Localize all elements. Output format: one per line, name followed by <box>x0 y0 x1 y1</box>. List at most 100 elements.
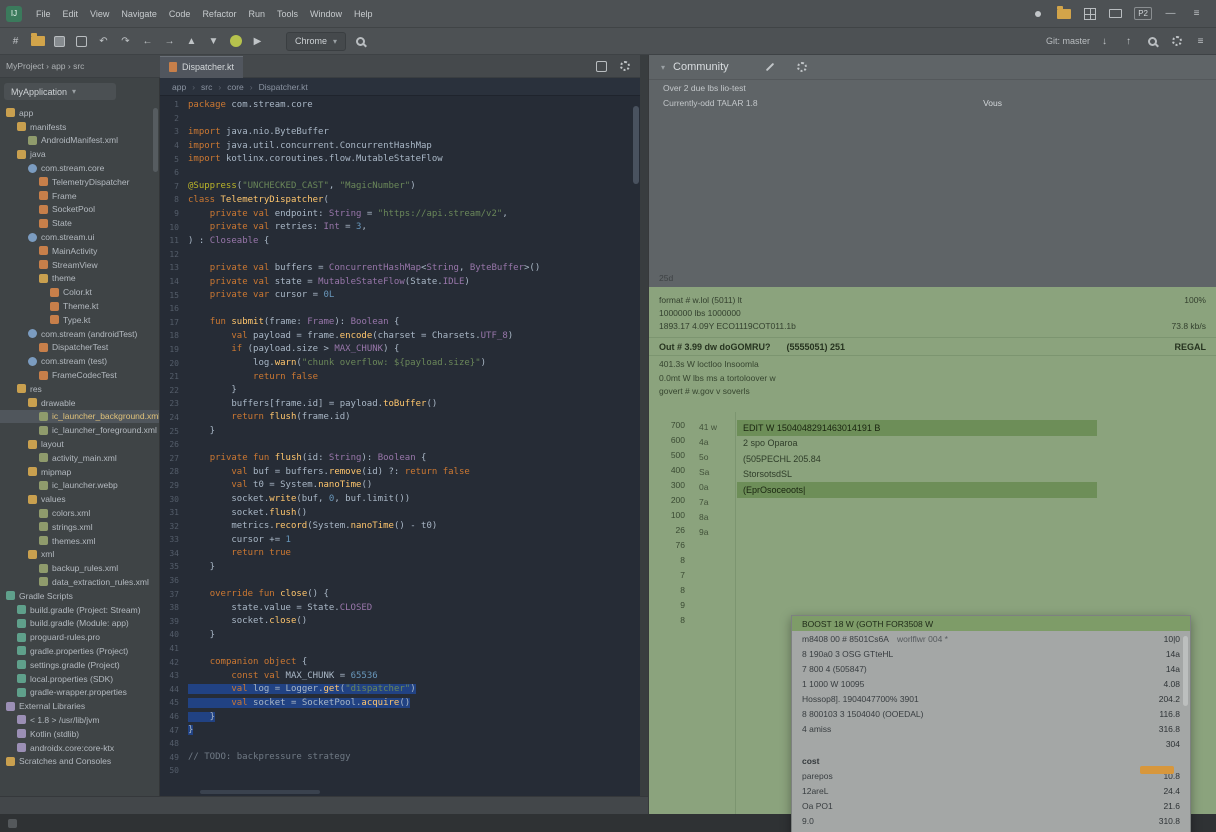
tree-item[interactable]: settings.gradle (Project) <box>0 658 159 672</box>
tree-item[interactable]: State <box>0 216 159 230</box>
tree-item[interactable]: Theme.kt <box>0 299 159 313</box>
breadcrumb-item[interactable]: core <box>227 82 244 92</box>
run-icon[interactable] <box>228 33 243 49</box>
tree-item[interactable]: Gradle Scripts <box>0 589 159 603</box>
monitor-row[interactable]: EDIT W 1504048291463014191 B <box>737 420 1097 436</box>
popup-title-row[interactable]: BOOST 18 W (GOTH FOR3508 W <box>792 616 1190 631</box>
vcs-commit-icon[interactable]: ↑ <box>1121 33 1136 49</box>
run-config-select[interactable]: Chrome ▾ <box>286 32 346 51</box>
tree-item[interactable]: layout <box>0 437 159 451</box>
tree-item[interactable]: ic_launcher_background.xml <box>0 410 159 424</box>
tree-item[interactable]: build.gradle (Project: Stream) <box>0 603 159 617</box>
tree-item[interactable]: colors.xml <box>0 506 159 520</box>
tree-scrollbar[interactable] <box>153 108 158 172</box>
tree-item[interactable]: gradle.properties (Project) <box>0 644 159 658</box>
open-project-icon[interactable] <box>30 33 45 49</box>
popup-row[interactable]: 8 190a0 3 OSG GTteHL14a <box>792 646 1190 661</box>
tree-item[interactable]: app <box>0 106 159 120</box>
tree-item[interactable]: themes.xml <box>0 534 159 548</box>
popup-row[interactable]: 12areL24.4 <box>792 783 1190 798</box>
menu-item-navigate[interactable]: Navigate <box>115 0 163 28</box>
vcs-branch-label[interactable]: Git: master <box>1046 36 1090 46</box>
tree-item[interactable]: com.stream (androidTest) <box>0 327 159 341</box>
tree-item[interactable]: local.properties (SDK) <box>0 672 159 686</box>
tree-item[interactable]: Scratches and Consoles <box>0 754 159 768</box>
tree-item[interactable]: strings.xml <box>0 520 159 534</box>
tree-item[interactable]: Color.kt <box>0 285 159 299</box>
tree-item[interactable]: TelemetryDispatcher <box>0 175 159 189</box>
monitor-row[interactable]: (EprOsoceoots| <box>737 482 1097 498</box>
back-icon[interactable]: ← <box>140 33 155 49</box>
tree-item[interactable]: activity_main.xml <box>0 451 159 465</box>
chevron-down-icon[interactable]: ▾ <box>661 63 665 72</box>
tree-item[interactable]: backup_rules.xml <box>0 561 159 575</box>
tree-item[interactable]: StreamView <box>0 258 159 272</box>
menu-item-window[interactable]: Window <box>304 0 348 28</box>
tree-item[interactable]: drawable <box>0 396 159 410</box>
tree-item[interactable]: values <box>0 492 159 506</box>
editor-scrollbar[interactable] <box>633 98 639 788</box>
editor-pane[interactable]: app›src›core›Dispatcher.kt 1package com.… <box>160 78 640 796</box>
tree-item[interactable]: build.gradle (Module: app) <box>0 616 159 630</box>
tree-item[interactable]: gradle-wrapper.properties <box>0 685 159 699</box>
undo-icon[interactable]: ↶ <box>96 33 111 49</box>
popup-row[interactable]: m8408 00 # 8501Cs6Aworlflwr 004 *10|0 <box>792 631 1190 646</box>
hamburger-menu-icon[interactable]: ≡ <box>1189 6 1204 22</box>
debug-icon[interactable]: ▶ <box>250 33 265 49</box>
menu-item-code[interactable]: Code <box>163 0 197 28</box>
monitor-row[interactable]: 2 spo Oparoa <box>737 436 1097 452</box>
sync-icon[interactable] <box>74 33 89 49</box>
tree-item[interactable]: DispatcherTest <box>0 341 159 355</box>
tree-item[interactable]: Type.kt <box>0 313 159 327</box>
search-everywhere-icon[interactable] <box>1145 33 1160 49</box>
tree-item[interactable]: com.stream.ui <box>0 230 159 244</box>
breadcrumb-item[interactable]: app <box>172 82 186 92</box>
collapse-icon[interactable]: ▼ <box>206 33 221 49</box>
tree-item[interactable]: data_extraction_rules.xml <box>0 575 159 589</box>
tree-item[interactable]: SocketPool <box>0 203 159 217</box>
tree-item[interactable]: androidx.core:core-ktx <box>0 741 159 755</box>
menu-item-edit[interactable]: Edit <box>57 0 85 28</box>
hash-icon[interactable]: # <box>8 33 23 49</box>
popup-row[interactable]: 7 800 4 (505847)14a <box>792 661 1190 676</box>
project-selector[interactable]: MyApplication ▾ <box>4 83 116 100</box>
info-value[interactable]: Vous <box>983 98 1002 108</box>
popup-row[interactable]: 9.0310.8 <box>792 813 1190 828</box>
breadcrumb[interactable]: MyProject › app › src <box>0 61 160 71</box>
scrollbar-thumb[interactable] <box>633 106 639 184</box>
popup-row[interactable]: 200 N(0)9 <box>792 828 1190 832</box>
forward-icon[interactable]: → <box>162 33 177 49</box>
tree-item[interactable]: FrameCodecTest <box>0 368 159 382</box>
menu-item-file[interactable]: File <box>30 0 57 28</box>
settings-gear-icon[interactable] <box>797 62 807 72</box>
tree-item[interactable]: xml <box>0 548 159 562</box>
tree-item[interactable]: com.stream (test) <box>0 354 159 368</box>
save-all-icon[interactable] <box>52 33 67 49</box>
search-icon[interactable] <box>353 33 368 49</box>
popup-row[interactable]: 1 1000 W 100954.08 <box>792 676 1190 691</box>
tree-item[interactable]: ic_launcher_foreground.xml <box>0 423 159 437</box>
project-folder-icon[interactable] <box>1056 6 1071 22</box>
editor-tab[interactable]: Dispatcher.kt <box>160 56 243 78</box>
tree-item[interactable]: com.stream.core <box>0 161 159 175</box>
monitor-row[interactable]: StorsotsdSL <box>737 467 1097 483</box>
profile-badge[interactable]: P2 <box>1134 6 1152 22</box>
editor-settings-icon[interactable] <box>617 58 632 74</box>
tree-item[interactable]: res <box>0 382 159 396</box>
redo-icon[interactable]: ↷ <box>118 33 133 49</box>
tree-item[interactable]: Kotlin (stdlib) <box>0 727 159 741</box>
menu-item-help[interactable]: Help <box>348 0 379 28</box>
split-view-icon[interactable] <box>594 58 609 74</box>
popup-row[interactable]: 8 800103 3 1504040 (OOEDAL)116.8 <box>792 706 1190 721</box>
tree-item[interactable]: AndroidManifest.xml <box>0 134 159 148</box>
tree-item[interactable]: java <box>0 147 159 161</box>
editor-horizontal-scrollbar[interactable] <box>200 790 320 794</box>
settings-gear-icon[interactable] <box>1169 33 1184 49</box>
breadcrumb-item[interactable]: Dispatcher.kt <box>259 82 308 92</box>
menu-item-tools[interactable]: Tools <box>271 0 304 28</box>
popup-row[interactable]: Oa PO121.6 <box>792 798 1190 813</box>
menu-item-refactor[interactable]: Refactor <box>196 0 242 28</box>
popup-row[interactable]: parepos10.8 <box>792 768 1190 783</box>
edit-icon[interactable] <box>765 63 773 71</box>
device-monitor-icon[interactable] <box>1108 6 1123 22</box>
